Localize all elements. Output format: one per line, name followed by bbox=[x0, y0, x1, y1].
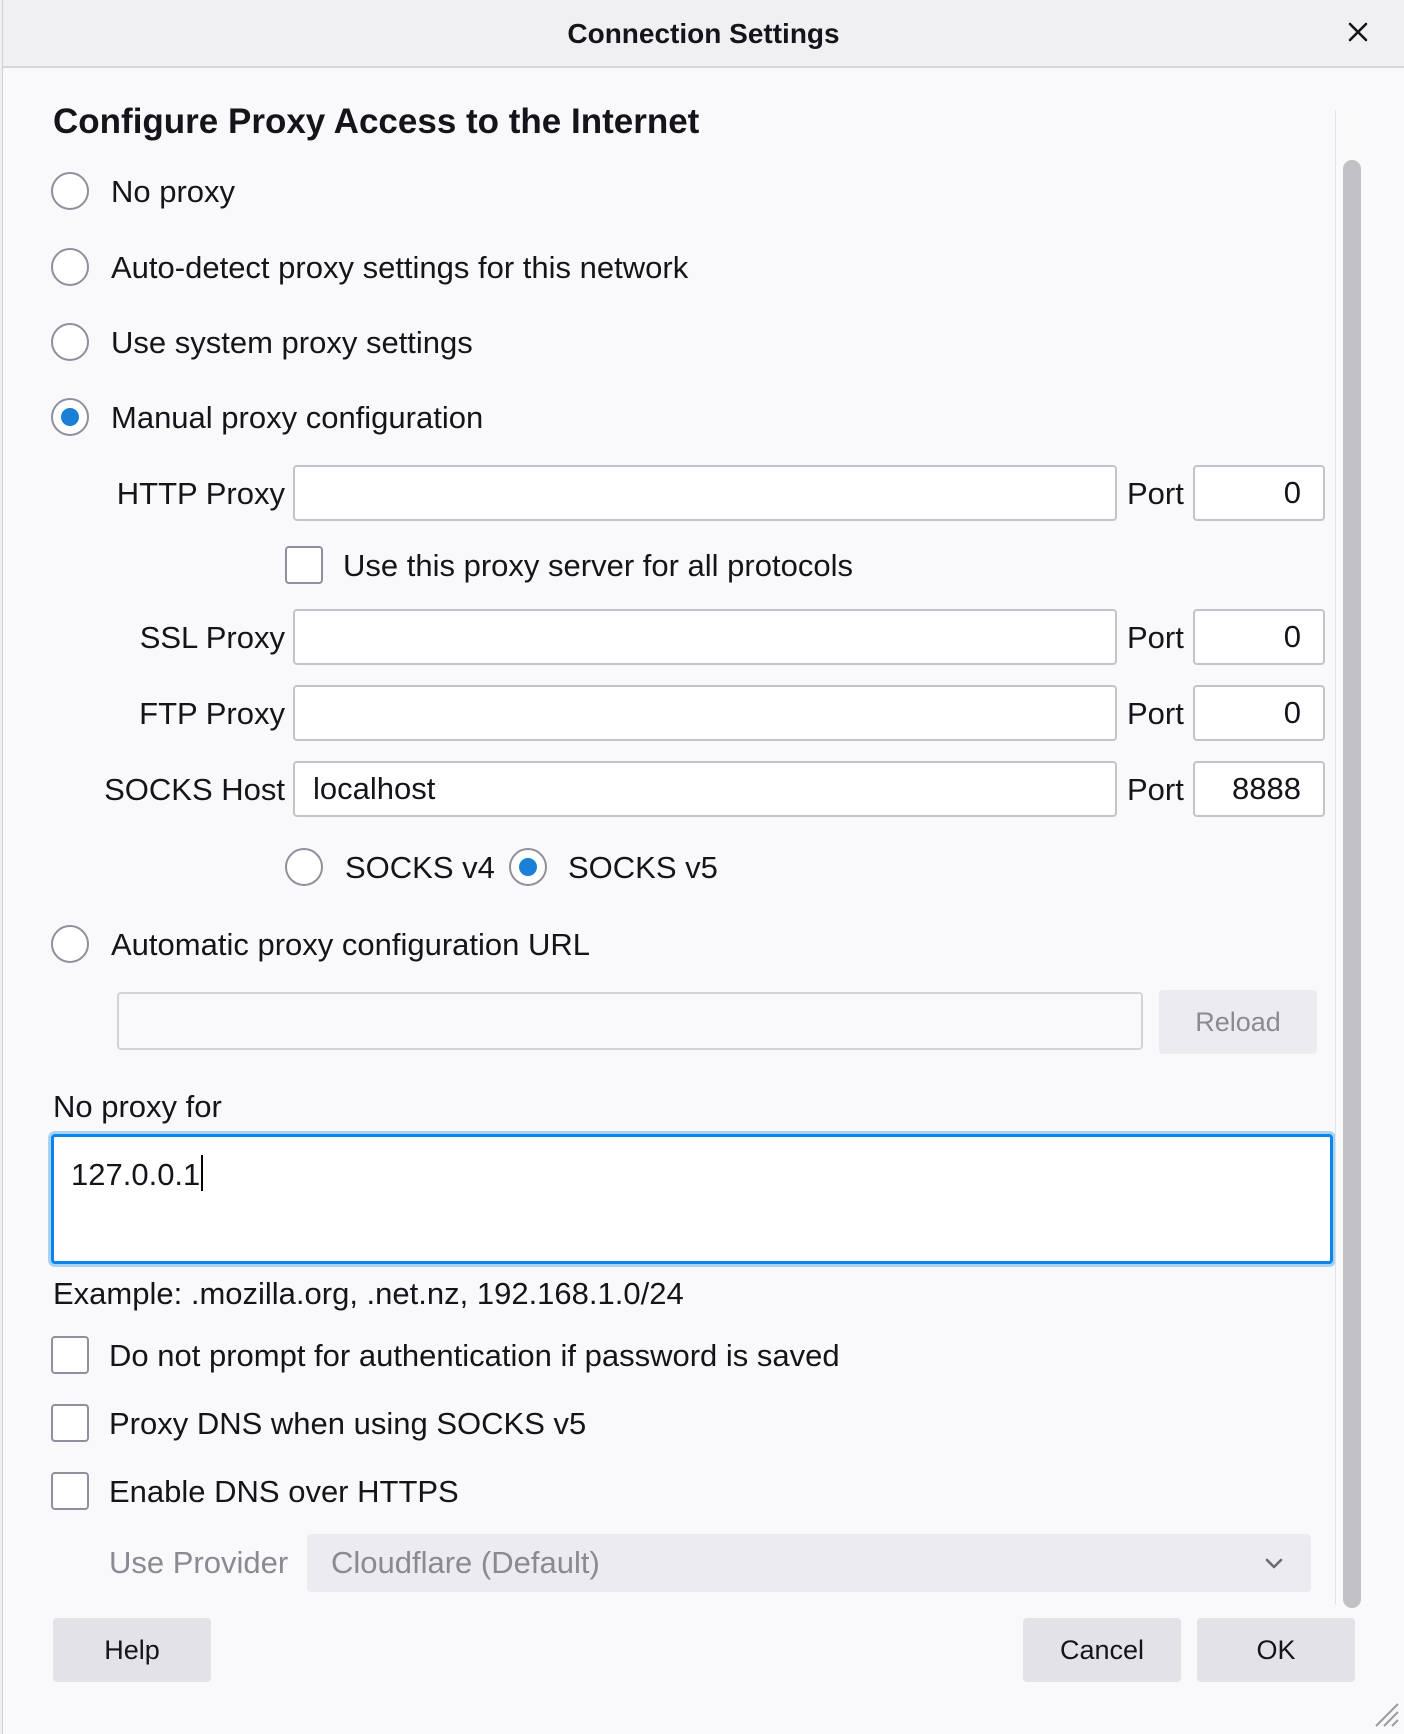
no-auth-prompt-checkbox[interactable] bbox=[51, 1336, 89, 1374]
system-proxy-radio[interactable] bbox=[51, 323, 89, 361]
ftp-port-label: Port bbox=[1127, 696, 1184, 731]
ssl-port-input[interactable]: 0 bbox=[1193, 609, 1325, 665]
ftp-port-input[interactable]: 0 bbox=[1193, 685, 1325, 741]
socks-v4-radio[interactable] bbox=[285, 848, 323, 886]
socks-v4-label[interactable]: SOCKS v4 bbox=[345, 849, 495, 887]
system-proxy-label[interactable]: Use system proxy settings bbox=[111, 324, 473, 362]
resize-grip-icon[interactable] bbox=[1372, 1700, 1400, 1728]
close-button[interactable] bbox=[1338, 12, 1378, 52]
manual-proxy-label[interactable]: Manual proxy configuration bbox=[111, 399, 483, 437]
socks-v5-label[interactable]: SOCKS v5 bbox=[568, 849, 718, 887]
socks-port-input[interactable]: 8888 bbox=[1193, 761, 1325, 817]
scrollbar-thumb[interactable] bbox=[1343, 160, 1361, 1608]
title-bar: Connection Settings bbox=[3, 0, 1404, 68]
use-provider-label: Use Provider bbox=[109, 1545, 289, 1580]
ftp-proxy-label: FTP Proxy bbox=[139, 696, 285, 731]
no-proxy-for-value: 127.0.0.1 bbox=[71, 1157, 201, 1192]
http-port-label: Port bbox=[1127, 476, 1184, 511]
auto-detect-label[interactable]: Auto-detect proxy settings for this netw… bbox=[111, 249, 688, 287]
auto-url-input[interactable] bbox=[117, 992, 1143, 1050]
ok-button[interactable]: OK bbox=[1197, 1618, 1355, 1682]
section-heading: Configure Proxy Access to the Internet bbox=[53, 102, 700, 141]
manual-proxy-radio[interactable] bbox=[51, 398, 89, 436]
window-title: Connection Settings bbox=[567, 18, 840, 49]
auto-url-radio[interactable] bbox=[51, 925, 89, 963]
socks-host-input[interactable]: localhost bbox=[293, 761, 1117, 817]
use-for-all-checkbox[interactable] bbox=[285, 546, 323, 584]
http-port-input[interactable]: 0 bbox=[1193, 465, 1325, 521]
dns-over-https-label[interactable]: Enable DNS over HTTPS bbox=[109, 1473, 459, 1511]
auto-detect-radio[interactable] bbox=[51, 248, 89, 286]
provider-selected-value: Cloudflare (Default) bbox=[331, 1545, 600, 1580]
http-proxy-label: HTTP Proxy bbox=[116, 476, 285, 511]
no-proxy-for-textarea[interactable]: 127.0.0.1 bbox=[51, 1134, 1333, 1264]
ssl-proxy-label: SSL Proxy bbox=[139, 620, 285, 655]
socks-port-label: Port bbox=[1127, 772, 1184, 807]
cancel-button[interactable]: Cancel bbox=[1023, 1618, 1181, 1682]
close-icon bbox=[1348, 22, 1368, 42]
no-auth-prompt-label[interactable]: Do not prompt for authentication if pass… bbox=[109, 1337, 840, 1375]
no-proxy-for-label: No proxy for bbox=[53, 1089, 222, 1124]
socks-v5-radio[interactable] bbox=[509, 848, 547, 886]
reload-button[interactable]: Reload bbox=[1159, 990, 1317, 1054]
ssl-port-label: Port bbox=[1127, 620, 1184, 655]
no-proxy-label[interactable]: No proxy bbox=[111, 173, 235, 211]
help-button[interactable]: Help bbox=[53, 1618, 211, 1682]
no-proxy-radio[interactable] bbox=[51, 172, 89, 210]
proxy-dns-checkbox[interactable] bbox=[51, 1404, 89, 1442]
ftp-proxy-input[interactable] bbox=[293, 685, 1117, 741]
ssl-proxy-input[interactable] bbox=[293, 609, 1117, 665]
use-for-all-label[interactable]: Use this proxy server for all protocols bbox=[343, 547, 853, 585]
http-proxy-input[interactable] bbox=[293, 465, 1117, 521]
socks-host-label: SOCKS Host bbox=[104, 772, 285, 807]
proxy-dns-label[interactable]: Proxy DNS when using SOCKS v5 bbox=[109, 1405, 586, 1443]
chevron-down-icon bbox=[1265, 1558, 1283, 1569]
text-caret bbox=[201, 1155, 204, 1191]
connection-settings-dialog: Connection Settings Configure Proxy Acce… bbox=[2, 0, 1404, 1734]
provider-select[interactable]: Cloudflare (Default) bbox=[307, 1534, 1311, 1592]
dns-over-https-checkbox[interactable] bbox=[51, 1472, 89, 1510]
no-proxy-example: Example: .mozilla.org, .net.nz, 192.168.… bbox=[53, 1276, 684, 1311]
auto-url-label[interactable]: Automatic proxy configuration URL bbox=[111, 926, 590, 964]
